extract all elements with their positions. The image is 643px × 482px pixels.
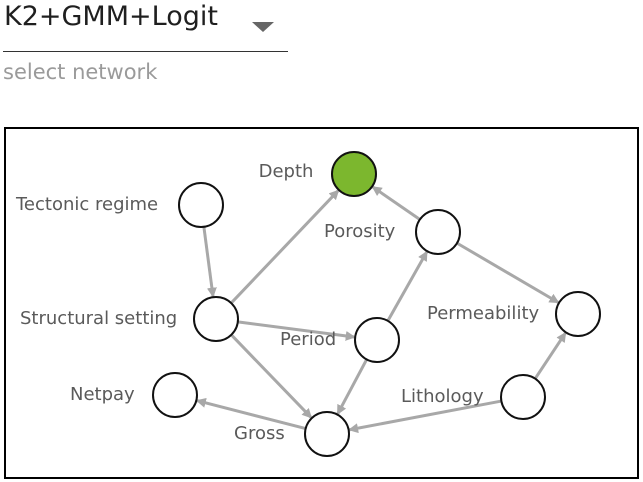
node-period[interactable] bbox=[354, 317, 400, 363]
node-label-period: Period bbox=[280, 329, 336, 350]
node-label-lithology: Lithology bbox=[401, 386, 484, 407]
node-netpay[interactable] bbox=[152, 372, 198, 418]
edge-tectonic-to-structural bbox=[202, 226, 217, 298]
edge-period-to-porosity bbox=[386, 250, 428, 322]
node-permeability[interactable] bbox=[555, 291, 601, 337]
node-label-depth: Depth bbox=[259, 161, 314, 182]
edge-lithology-to-permeability bbox=[533, 331, 567, 380]
node-lithology[interactable] bbox=[500, 374, 546, 420]
node-label-gross: Gross bbox=[234, 423, 285, 444]
edge-period-to-gross bbox=[336, 358, 368, 416]
node-structural[interactable] bbox=[193, 296, 239, 342]
network-graph: Depth Tectonic regime Porosity Structural s… bbox=[15, 151, 601, 457]
edge-porosity-to-depth bbox=[371, 185, 421, 221]
node-tectonic[interactable] bbox=[178, 182, 224, 228]
node-label-porosity: Porosity bbox=[324, 221, 396, 242]
edge-structural-to-depth bbox=[230, 189, 340, 305]
node-porosity[interactable] bbox=[415, 209, 461, 255]
edge-porosity-to-permeability bbox=[456, 241, 560, 304]
node-label-permeability: Permeability bbox=[427, 303, 539, 324]
node-gross[interactable] bbox=[304, 411, 350, 457]
node-label-tectonic: Tectonic regime bbox=[15, 194, 158, 215]
node-depth[interactable] bbox=[331, 151, 377, 197]
node-label-netpay: Netpay bbox=[70, 384, 135, 405]
node-label-structural: Structural setting bbox=[20, 308, 177, 329]
